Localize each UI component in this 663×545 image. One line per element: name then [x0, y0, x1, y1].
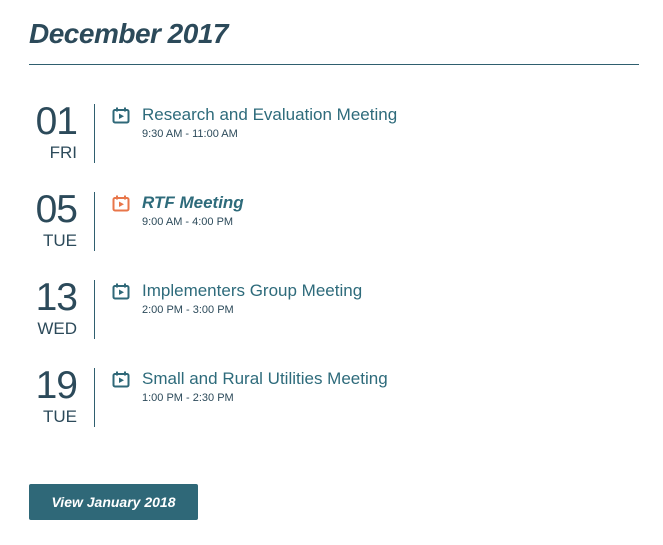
event-weekday: TUE [43, 407, 77, 426]
event-date: 05 TUE [29, 188, 78, 251]
event-day: 01 [35, 100, 78, 143]
date-divider [94, 280, 95, 339]
date-divider [94, 104, 95, 163]
event-title-link[interactable]: Research and Evaluation Meeting [142, 104, 397, 126]
calendar-play-icon [112, 371, 130, 388]
event-date: 13 WED [29, 276, 78, 339]
calendar-play-icon [112, 195, 130, 212]
event-weekday: TUE [43, 231, 77, 250]
date-divider [94, 192, 95, 251]
calendar-play-icon [112, 107, 130, 124]
calendar-play-icon [112, 283, 130, 300]
event-time: 2:00 PM - 3:00 PM [142, 304, 234, 316]
event-item: 05 TUE RTF Meeting 9:00 AM - 4:00 PM [29, 190, 639, 278]
event-date: 19 TUE [29, 364, 78, 427]
event-title-link[interactable]: Implementers Group Meeting [142, 280, 362, 302]
event-title-link[interactable]: Small and Rural Utilities Meeting [142, 368, 388, 390]
event-weekday: FRI [49, 143, 77, 162]
view-next-month-button[interactable]: View January 2018 [29, 484, 198, 520]
event-day: 19 [35, 364, 78, 407]
event-item: 13 WED Implementers Group Meeting 2:00 P… [29, 278, 639, 366]
event-weekday: WED [37, 319, 77, 338]
date-divider [94, 368, 95, 427]
event-time: 1:00 PM - 2:30 PM [142, 392, 234, 404]
event-title-link[interactable]: RTF Meeting [142, 192, 244, 214]
event-item: 01 FRI Research and Evaluation Meeting 9… [29, 102, 639, 190]
event-time: 9:00 AM - 4:00 PM [142, 216, 234, 228]
event-date: 01 FRI [29, 100, 78, 163]
event-day: 13 [35, 276, 78, 319]
event-day: 05 [35, 188, 78, 231]
event-list: 01 FRI Research and Evaluation Meeting 9… [29, 102, 639, 454]
event-time: 9:30 AM - 11:00 AM [142, 128, 238, 140]
event-item: 19 TUE Small and Rural Utilities Meeting… [29, 366, 639, 454]
month-title: December 2017 [29, 18, 228, 49]
title-divider [29, 64, 639, 65]
